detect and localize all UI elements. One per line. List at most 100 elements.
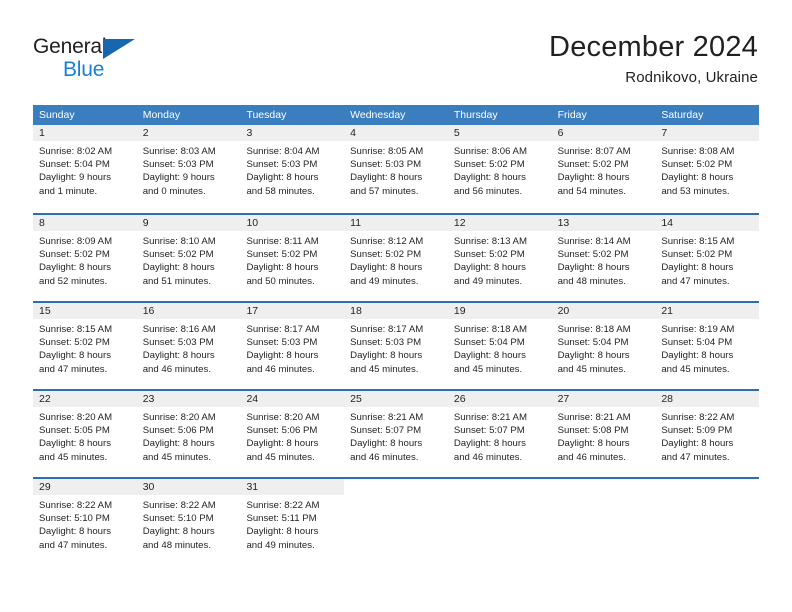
- sunrise-text: Sunrise: 8:18 AM: [453, 324, 527, 335]
- daylight-text-line1: Daylight: 8 hours: [39, 350, 111, 362]
- sunrise-text: Sunrise: 8:20 AM: [39, 412, 113, 423]
- daylight-text-line1: Daylight: 8 hours: [661, 350, 734, 362]
- calendar-week-row: 8 Sunrise: 8:09 AM Sunset: 5:02 PM Daylight…: [33, 213, 760, 301]
- day-cell[interactable]: 4 Sunrise: 8:05 AM Sunset: 5:03 PM Daylight…: [344, 125, 448, 213]
- daylight-text-line2: and 46 minutes.: [557, 451, 626, 463]
- daylight-text-line2: and 45 minutes.: [453, 363, 523, 375]
- day-cell-empty: [551, 479, 656, 565]
- day-cell[interactable]: 26 Sunrise: 8:21 AM Sunset: 5:07 PM Dayligh…: [447, 391, 552, 477]
- day-cell[interactable]: 13 Sunrise: 8:14 AM Sunset: 5:02 PM Dayligh…: [551, 215, 656, 301]
- sunset-text: Sunset: 5:03 PM: [142, 159, 214, 171]
- daylight-text-line1: Daylight: 8 hours: [350, 438, 423, 450]
- day-number: 25: [344, 391, 448, 407]
- day-number: 22: [33, 391, 137, 407]
- day-info: Sunrise: 8:18 AM Sunset: 5:04 PM Daylight:…: [552, 319, 656, 376]
- weekday-header-thursday: Thursday: [453, 109, 498, 121]
- day-number: 9: [136, 215, 241, 231]
- day-cell[interactable]: 25 Sunrise: 8:21 AM Sunset: 5:07 PM Dayligh…: [344, 391, 448, 477]
- day-cell-empty: [447, 479, 552, 565]
- day-cell[interactable]: 1 Sunrise: 8:02 AM Sunset: 5:04 PM Daylight…: [33, 125, 137, 213]
- day-cell[interactable]: 3 Sunrise: 8:04 AM Sunset: 5:03 PM Daylight…: [240, 125, 345, 213]
- day-cell[interactable]: 15 Sunrise: 8:15 AM Sunset: 5:02 PM Dayligh…: [33, 303, 137, 389]
- day-cell[interactable]: 21 Sunrise: 8:19 AM Sunset: 5:04 PM Dayligh…: [655, 303, 760, 389]
- sunrise-text: Sunrise: 8:21 AM: [350, 412, 424, 423]
- daylight-text-line1: Daylight: 8 hours: [142, 526, 215, 538]
- day-info: Sunrise: 8:04 AM Sunset: 5:03 PM Daylight:…: [240, 141, 344, 198]
- day-cell[interactable]: 12 Sunrise: 8:13 AM Sunset: 5:02 PM Dayligh…: [447, 215, 552, 301]
- daylight-text-line2: and 54 minutes.: [557, 185, 626, 197]
- day-info: Sunrise: 8:17 AM Sunset: 5:03 PM Daylight:…: [240, 319, 344, 376]
- day-cell[interactable]: 10 Sunrise: 8:11 AM Sunset: 5:02 PM Dayligh…: [240, 215, 345, 301]
- title-block: December 2024 Rodnikovo, Ukraine: [549, 30, 758, 88]
- sunset-text: Sunset: 5:02 PM: [142, 249, 214, 261]
- day-cell[interactable]: 5 Sunrise: 8:06 AM Sunset: 5:02 PM Daylight…: [447, 125, 552, 213]
- day-info: Sunrise: 8:05 AM Sunset: 5:03 PM Daylight:…: [344, 141, 448, 198]
- day-cell[interactable]: 29 Sunrise: 8:22 AM Sunset: 5:10 PM Dayligh…: [33, 479, 137, 565]
- day-cell[interactable]: 16 Sunrise: 8:16 AM Sunset: 5:03 PM Dayligh…: [136, 303, 241, 389]
- day-cell[interactable]: 30 Sunrise: 8:22 AM Sunset: 5:10 PM Dayligh…: [136, 479, 241, 565]
- day-cell[interactable]: 24 Sunrise: 8:20 AM Sunset: 5:06 PM Dayligh…: [240, 391, 345, 477]
- day-info: [344, 495, 448, 499]
- day-number: 10: [240, 215, 345, 231]
- daylight-text-line1: Daylight: 9 hours: [39, 172, 111, 184]
- daylight-text-line1: Daylight: 8 hours: [661, 262, 734, 274]
- page-header: General Blue December 2024 Rodnikovo, Uk…: [33, 30, 758, 92]
- brand-name-general: General: [33, 35, 107, 58]
- sunset-text: Sunset: 5:11 PM: [246, 513, 317, 525]
- day-number: 18: [344, 303, 448, 319]
- day-number: 27: [551, 391, 656, 407]
- day-cell[interactable]: 17 Sunrise: 8:17 AM Sunset: 5:03 PM Dayligh…: [240, 303, 345, 389]
- day-info: Sunrise: 8:21 AM Sunset: 5:07 PM Daylight:…: [344, 407, 448, 464]
- sunrise-text: Sunrise: 8:12 AM: [350, 236, 424, 247]
- sunset-text: Sunset: 5:07 PM: [350, 425, 422, 437]
- day-info: Sunrise: 8:03 AM Sunset: 5:03 PM Daylight:…: [137, 141, 241, 198]
- sunrise-text: Sunrise: 8:10 AM: [142, 236, 216, 247]
- day-number: 30: [136, 479, 241, 495]
- daylight-text-line2: and 45 minutes.: [557, 363, 626, 375]
- sunrise-text: Sunrise: 8:17 AM: [246, 324, 320, 335]
- day-info: [655, 495, 759, 499]
- day-cell[interactable]: 14 Sunrise: 8:15 AM Sunset: 5:02 PM Dayligh…: [655, 215, 760, 301]
- day-cell[interactable]: 20 Sunrise: 8:18 AM Sunset: 5:04 PM Dayligh…: [551, 303, 656, 389]
- calendar-week-row: 15 Sunrise: 8:15 AM Sunset: 5:02 PM Dayligh…: [33, 301, 760, 389]
- day-number: 19: [447, 303, 552, 319]
- day-cell[interactable]: 23 Sunrise: 8:20 AM Sunset: 5:06 PM Dayligh…: [136, 391, 241, 477]
- day-number: 4: [344, 125, 448, 141]
- daylight-text-line1: Daylight: 8 hours: [246, 526, 319, 538]
- day-info: Sunrise: 8:08 AM Sunset: 5:02 PM Daylight:…: [655, 141, 759, 198]
- daylight-text-line1: Daylight: 8 hours: [453, 172, 526, 184]
- day-cell[interactable]: 9 Sunrise: 8:10 AM Sunset: 5:02 PM Daylight…: [136, 215, 241, 301]
- sunset-text: Sunset: 5:07 PM: [453, 425, 525, 437]
- day-cell[interactable]: 31 Sunrise: 8:22 AM Sunset: 5:11 PM Dayligh…: [240, 479, 345, 565]
- sunset-text: Sunset: 5:02 PM: [661, 249, 733, 261]
- daylight-text-line1: Daylight: 8 hours: [453, 350, 526, 362]
- calendar-weeks: 1 Sunrise: 8:02 AM Sunset: 5:04 PM Daylight…: [33, 125, 760, 565]
- sunrise-text: Sunrise: 8:19 AM: [661, 324, 735, 335]
- sunrise-text: Sunrise: 8:21 AM: [453, 412, 527, 423]
- day-info: Sunrise: 8:17 AM Sunset: 5:03 PM Daylight:…: [344, 319, 448, 376]
- day-cell[interactable]: 27 Sunrise: 8:21 AM Sunset: 5:08 PM Dayligh…: [551, 391, 656, 477]
- day-cell[interactable]: 8 Sunrise: 8:09 AM Sunset: 5:02 PM Daylight…: [33, 215, 137, 301]
- daylight-text-line1: Daylight: 8 hours: [453, 438, 526, 450]
- day-cell[interactable]: 22 Sunrise: 8:20 AM Sunset: 5:05 PM Dayligh…: [33, 391, 137, 477]
- daylight-text-line2: and 47 minutes.: [661, 275, 730, 287]
- daylight-text-line1: Daylight: 8 hours: [246, 438, 319, 450]
- day-number: 24: [240, 391, 345, 407]
- sunset-text: Sunset: 5:02 PM: [246, 249, 318, 261]
- day-cell[interactable]: 19 Sunrise: 8:18 AM Sunset: 5:04 PM Dayligh…: [447, 303, 552, 389]
- location-subtitle: Rodnikovo, Ukraine: [625, 69, 758, 86]
- day-cell[interactable]: 11 Sunrise: 8:12 AM Sunset: 5:02 PM Dayligh…: [344, 215, 448, 301]
- calendar-week-row: 29 Sunrise: 8:22 AM Sunset: 5:10 PM Dayligh…: [33, 477, 760, 565]
- day-info: [448, 495, 552, 499]
- day-cell[interactable]: 2 Sunrise: 8:03 AM Sunset: 5:03 PM Daylight…: [136, 125, 241, 213]
- generalblue-logo[interactable]: General Blue: [33, 30, 223, 88]
- sunrise-text: Sunrise: 8:04 AM: [246, 146, 320, 157]
- day-cell[interactable]: 7 Sunrise: 8:08 AM Sunset: 5:02 PM Daylight…: [655, 125, 760, 213]
- daylight-text-line2: and 1 minute.: [39, 185, 98, 197]
- daylight-text-line1: Daylight: 8 hours: [246, 350, 319, 362]
- day-cell[interactable]: 28 Sunrise: 8:22 AM Sunset: 5:09 PM Dayligh…: [655, 391, 760, 477]
- day-info: Sunrise: 8:20 AM Sunset: 5:06 PM Daylight:…: [137, 407, 241, 464]
- day-cell[interactable]: 18 Sunrise: 8:17 AM Sunset: 5:03 PM Dayligh…: [344, 303, 448, 389]
- daylight-text-line2: and 46 minutes.: [246, 363, 315, 375]
- day-cell[interactable]: 6 Sunrise: 8:07 AM Sunset: 5:02 PM Daylight…: [551, 125, 656, 213]
